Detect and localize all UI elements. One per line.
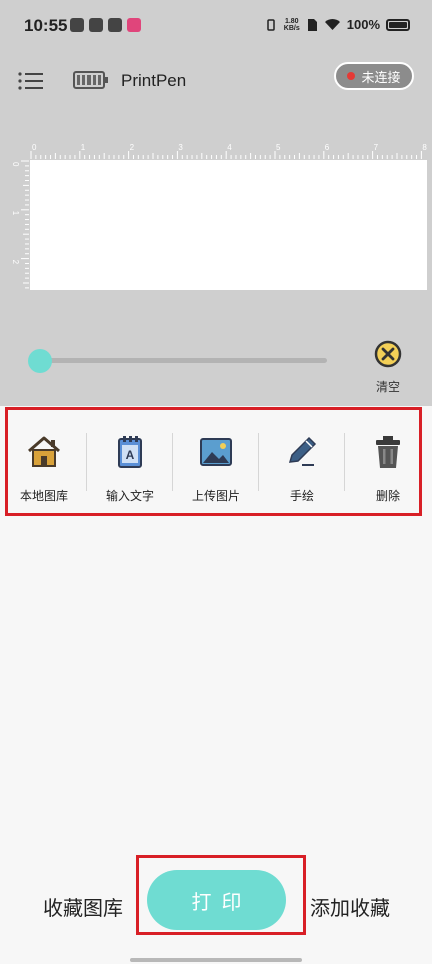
connection-button[interactable]: 未连接 (334, 62, 414, 90)
ruler-top-label: 2 (130, 143, 135, 152)
ruler-top-label: 8 (422, 143, 427, 152)
battery-icon (386, 18, 410, 31)
ruler-top-label: 5 (276, 143, 281, 152)
status-right: 1.80 KB/s 100% (264, 17, 410, 32)
net-speed-unit: KB/s (283, 24, 300, 32)
menu-list-icon[interactable] (18, 71, 44, 91)
connection-status-dot (347, 72, 356, 80)
ruler-top-label: 7 (374, 143, 379, 152)
favorites-gallery-button[interactable]: 收藏图库 (43, 892, 123, 921)
status-time: 10:55 (24, 16, 68, 35)
size-slider-thumb[interactable] (28, 349, 52, 373)
clear-button[interactable]: 清空 (368, 340, 408, 396)
net-speed: 1.80 KB/s (284, 18, 300, 32)
ruler-top-label: 1 (81, 143, 86, 152)
wifi-icon (324, 19, 340, 30)
vibrate-icon (267, 18, 275, 31)
notification-mail-icon (89, 18, 103, 32)
ruler-top-label: 4 (227, 143, 232, 152)
ruler-top-label: 6 (325, 143, 330, 152)
ruler-left-label: 2 (11, 260, 20, 265)
sim-icon (307, 18, 317, 31)
ruler-left-label: 1 (11, 211, 20, 216)
ruler-top-label: 0 (32, 143, 37, 152)
device-battery-icon (73, 71, 108, 89)
home-indicator[interactable] (130, 958, 302, 962)
app-title: PrintPen (121, 71, 187, 90)
notification-app-icon (70, 18, 84, 32)
ruler-top-label: 3 (178, 143, 183, 152)
print-highlight-box (136, 855, 306, 935)
connection-label: 未连接 (361, 69, 401, 85)
clear-x-icon (374, 340, 402, 368)
ruler-top: 0 1 2 3 4 5 6 7 8 (30, 143, 427, 159)
battery-percent: 100% (346, 17, 380, 32)
notification-message-icon (108, 18, 122, 32)
net-speed-value: 1.80 (284, 17, 299, 25)
size-slider-track[interactable] (30, 358, 327, 363)
notification-app2-icon (127, 18, 141, 32)
ruler-left: 0 1 2 (11, 160, 29, 289)
print-canvas[interactable] (30, 160, 427, 290)
ruler-left-label: 0 (11, 162, 20, 167)
notification-icons (70, 18, 141, 32)
add-favorite-button[interactable]: 添加收藏 (310, 892, 390, 921)
clear-label: 清空 (375, 380, 400, 394)
status-bar: 10:55 1.80 KB/s 100% (0, 0, 432, 52)
toolbar-highlight-box (5, 407, 422, 516)
